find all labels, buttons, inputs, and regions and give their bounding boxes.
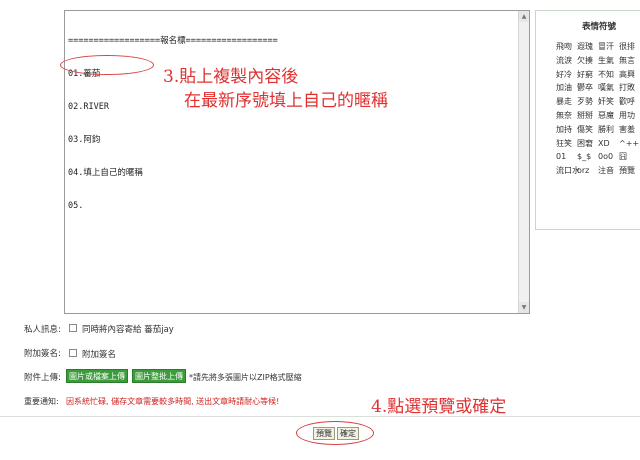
emoji-item[interactable]: 不知 (598, 69, 619, 80)
emoji-item[interactable]: 勝利 (598, 124, 619, 135)
emoji-item[interactable]: 生氣 (598, 55, 619, 66)
emoji-item[interactable]: 欠揍 (577, 55, 598, 66)
post-content-editor[interactable]: ==================報名標================== … (64, 10, 530, 314)
highlight-oval-actions (296, 421, 374, 445)
highlight-oval-nickname (60, 55, 154, 75)
private-msg-checkbox[interactable] (69, 324, 77, 332)
emoji-item[interactable]: 很排 (619, 41, 640, 52)
annotation-step4: 4.點選預覽或確定 (371, 397, 507, 417)
notice-text: 因系統忙碌, 儲存文章需要較多時間, 送出文章時請耐心等候! (66, 397, 280, 406)
emoji-row: 流口水orz 注音 預覽 (556, 165, 640, 179)
emoji-item[interactable]: 好窮 (577, 69, 598, 80)
upload-file-button[interactable]: 圖片或檔案上傳 (66, 369, 128, 383)
signature-checkbox-label: 附加簽名 (82, 350, 117, 360)
emoji-row: 01 $_$ 0o0 囧 (556, 151, 640, 165)
emoji-item[interactable]: 無奈 (556, 110, 577, 121)
emoji-item[interactable]: 加油 (556, 82, 577, 93)
emoji-item[interactable]: 0o0 (598, 152, 619, 161)
emoji-item[interactable]: 狂笑 (556, 138, 577, 149)
signature-checkbox[interactable] (69, 349, 77, 357)
emoji-item[interactable]: 冒汗 (598, 41, 619, 52)
emoji-row: 加持 傷笑 勝利 害羞 (556, 124, 640, 138)
emoji-item[interactable]: 鬱卒 (577, 82, 598, 93)
emoji-item[interactable]: XD (598, 139, 619, 148)
emoji-item[interactable]: 用功 (619, 110, 640, 121)
emoji-item[interactable]: 暴走 (556, 96, 577, 107)
signature-label: 附加簽名: (24, 349, 61, 359)
emoji-panel: 表情符號 飛吻 遐瑰 冒汗 很排 流淚 欠揍 生氣 無言 好冷 好窮 不知 高興 加油 鬱卒 嘆氣 打敗… (535, 10, 640, 230)
emoji-item[interactable]: 歡呼 (619, 96, 640, 107)
emoji-item[interactable]: 加持 (556, 124, 577, 135)
emoji-item[interactable]: 01 (556, 152, 577, 161)
private-msg-checkbox-label: 同時將內容寄給 蕃茄jay (82, 325, 174, 335)
emoji-item[interactable]: 掰掰 (577, 110, 598, 121)
emoji-item[interactable]: 流口水 (556, 165, 580, 176)
editor-line: ==================報名標================== (68, 36, 278, 46)
emoji-item[interactable]: 困窘 (577, 138, 598, 149)
emoji-item[interactable]: 無言 (619, 55, 640, 66)
emoji-item[interactable]: 傷笑 (577, 124, 598, 135)
emoji-item[interactable]: 惡魔 (598, 110, 619, 121)
emoji-row: 無奈 掰掰 惡魔 用功 (556, 110, 640, 124)
emoji-item[interactable]: 打敗 (619, 82, 640, 93)
emoji-row: 飛吻 遐瑰 冒汗 很排 (556, 41, 640, 55)
emoji-item[interactable]: 歹勢 (577, 96, 598, 107)
emoji-item[interactable]: 注音 (598, 165, 619, 176)
emoji-item[interactable]: 好冷 (556, 69, 577, 80)
emoji-item[interactable]: 害羞 (619, 124, 640, 135)
divider (0, 416, 640, 417)
private-msg-label: 私人訊息: (24, 325, 61, 335)
editor-line: 03.阿鈞 (68, 135, 101, 145)
editor-line: 05. (68, 201, 84, 211)
notice-label: 重要通知: (24, 397, 59, 406)
emoji-row: 流淚 欠揍 生氣 無言 (556, 55, 640, 69)
emoji-item[interactable]: 高興 (619, 69, 640, 80)
emoji-item[interactable]: ^++^ (619, 139, 640, 148)
annotation-step3-line2: 在最新序號填上自己的暱稱 (184, 91, 388, 111)
emoji-row: 暴走 歹勢 奸笑 歡呼 (556, 96, 640, 110)
emoji-item[interactable]: 流淚 (556, 55, 577, 66)
editor-text: ==================報名標================== … (68, 14, 278, 234)
upload-hint: *請先將多張圖片以ZIP格式壓縮 (189, 373, 302, 382)
emoji-row: 狂笑困窘XD^++^ (556, 138, 640, 152)
emoji-item[interactable]: 預覽 (619, 165, 640, 176)
emoji-item[interactable]: 嘆氣 (598, 82, 619, 93)
emoji-item[interactable]: $_$ (577, 152, 598, 161)
emoji-item[interactable]: 遐瑰 (577, 41, 598, 52)
emoji-item[interactable]: orz (577, 166, 598, 175)
emoji-panel-title: 表情符號 (582, 22, 617, 32)
emoji-item[interactable]: 奸笑 (598, 96, 619, 107)
batch-upload-button[interactable]: 圖片整批上傳 (132, 369, 186, 383)
emoji-grid: 飛吻 遐瑰 冒汗 很排 流淚 欠揍 生氣 無言 好冷 好窮 不知 高興 加油 鬱卒 嘆氣 打敗 暴走 歹勢… (556, 41, 640, 179)
emoji-row: 加油 鬱卒 嘆氣 打敗 (556, 82, 640, 96)
scroll-down-icon[interactable]: ▼ (519, 302, 529, 313)
attachment-label: 附件上傳: (24, 373, 61, 383)
emoji-item[interactable]: 囧 (619, 151, 640, 162)
emoji-row: 好冷 好窮 不知 高興 (556, 69, 640, 83)
editor-line: 04.填上自己的暱稱 (68, 168, 143, 178)
editor-scrollbar[interactable]: ▲ ▼ (518, 11, 529, 313)
annotation-step3-line1: 3.貼上複製內容後 (163, 67, 299, 87)
scroll-up-icon[interactable]: ▲ (519, 11, 529, 22)
emoji-item[interactable]: 飛吻 (556, 41, 577, 52)
